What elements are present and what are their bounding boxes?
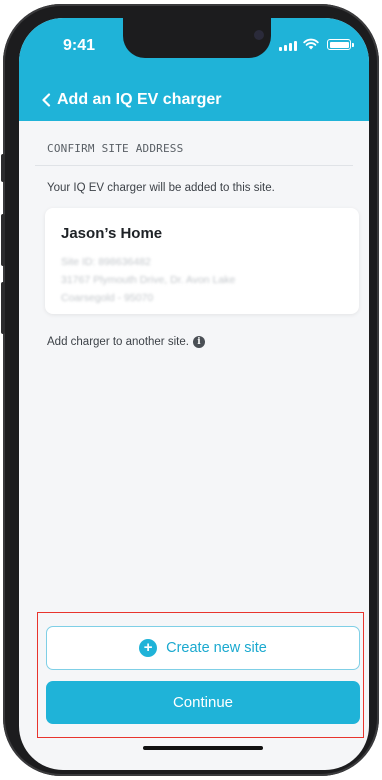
battery-cap — [352, 43, 354, 47]
site-name: Jason’s Home — [61, 225, 163, 242]
continue-label: Continue — [172, 694, 234, 711]
info-icon[interactable]: i — [192, 336, 205, 348]
status-time: 9:41 — [63, 37, 96, 54]
site-id: Site ID: 898636482 — [61, 256, 151, 268]
create-new-site-label: Create new site — [166, 640, 267, 656]
home-indicator[interactable] — [143, 746, 263, 750]
screen: 9:41 Add an IQ EV charger CONFIRM SITE A… — [19, 18, 369, 770]
battery-icon — [327, 39, 351, 50]
divider — [35, 165, 353, 166]
app-header: 9:41 Add an IQ EV charger — [19, 18, 369, 121]
phone-frame: 9:41 Add an IQ EV charger CONFIRM SITE A… — [1, 4, 379, 776]
volume-up-button — [1, 214, 5, 266]
camera-icon — [254, 30, 264, 40]
add-to-another-site[interactable]: Add charger to another site. i — [47, 336, 205, 348]
plus-circle-icon: + — [139, 639, 158, 657]
back-button[interactable]: Add an IQ EV charger — [41, 91, 221, 109]
continue-button[interactable]: Continue — [46, 681, 360, 724]
status-bar: 9:41 — [19, 18, 369, 68]
signal-icon — [279, 40, 297, 51]
page-title: Add an IQ EV charger — [57, 91, 222, 108]
another-site-text: Add charger to another site. — [47, 336, 189, 348]
mute-switch — [1, 154, 5, 182]
notch — [123, 18, 271, 58]
chevron-left-icon — [42, 93, 51, 107]
wifi-icon — [303, 38, 319, 50]
intro-text: Your IQ EV charger will be added to this… — [47, 182, 275, 194]
volume-down-button — [1, 282, 5, 334]
create-new-site-button[interactable]: + Create new site — [46, 626, 360, 670]
site-address-line2: Coarsegold - 95070 — [61, 292, 154, 304]
site-card: Jason’s Home Site ID: 898636482 31767 Pl… — [45, 208, 359, 314]
site-address-line1: 31767 Plymouth Drive, Dr. Avon Lake — [61, 274, 236, 286]
section-heading: CONFIRM SITE ADDRESS — [47, 142, 184, 155]
